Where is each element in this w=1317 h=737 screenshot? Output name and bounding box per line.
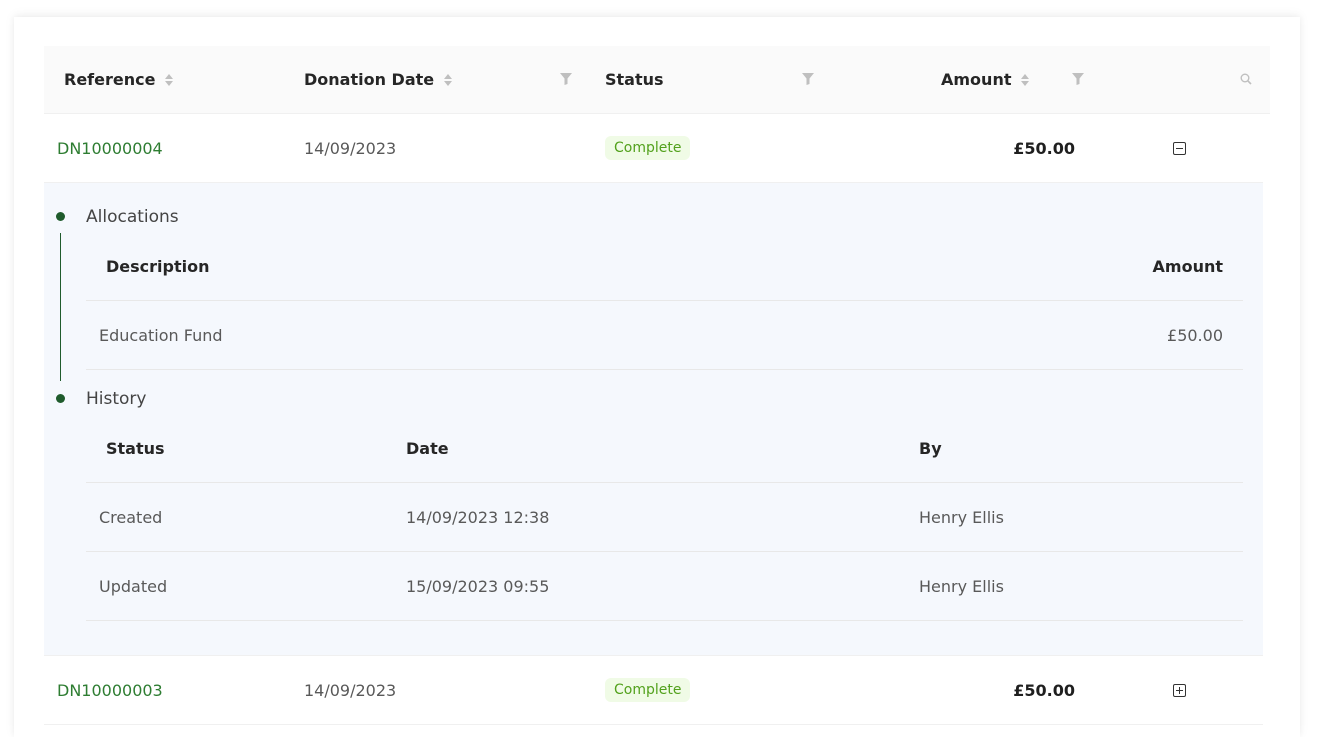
allocations-table: Description Amount Education Fund £50.00 <box>86 232 1243 370</box>
row-expand-cell <box>1173 656 1186 724</box>
expanded-row-detail: Allocations Description Amount Education… <box>44 183 1263 656</box>
filter-icon[interactable] <box>1072 73 1084 85</box>
donation-date: 14/09/2023 <box>304 680 397 700</box>
history-by: Henry Ellis <box>919 576 1004 596</box>
table-header: Reference Donation Date Status Amount <box>44 46 1270 114</box>
column-header-amount[interactable]: Amount <box>941 46 1030 113</box>
row-expand-cell <box>1173 114 1186 182</box>
history-date: 15/09/2023 09:55 <box>406 576 550 596</box>
reference-link[interactable]: DN10000004 <box>57 114 163 182</box>
history-by: Henry Ellis <box>919 507 1004 527</box>
allocations-col-description: Description <box>106 256 210 276</box>
sort-icon[interactable] <box>1021 73 1030 86</box>
expand-icon[interactable] <box>1173 683 1186 697</box>
timeline-line <box>60 233 61 381</box>
history-col-date: Date <box>406 438 449 458</box>
status-badge: Complete <box>605 136 691 160</box>
sort-icon[interactable] <box>444 73 453 86</box>
history-header: Status Date By <box>86 414 1243 483</box>
search-icon[interactable] <box>1240 73 1252 85</box>
column-header-status[interactable]: Status <box>605 46 664 113</box>
allocation-description: Education Fund <box>99 325 223 345</box>
collapse-icon[interactable] <box>1173 141 1186 155</box>
timeline-dot <box>56 394 65 403</box>
donation-date: 14/09/2023 <box>304 138 397 158</box>
column-header-donation-date[interactable]: Donation Date <box>304 46 453 113</box>
column-label-amount: Amount <box>941 70 1012 89</box>
history-status: Created <box>99 507 163 527</box>
status-cell: Complete <box>605 656 691 724</box>
status-cell: Complete <box>605 114 691 182</box>
history-label: History <box>86 389 147 409</box>
column-header-reference[interactable]: Reference <box>64 46 174 113</box>
table-row: Updated 15/09/2023 09:55 Henry Ellis <box>86 552 1243 621</box>
table-row[interactable]: DN10000003 14/09/2023 Complete £50.00 <box>44 656 1263 725</box>
amount-value: £50.00 <box>1013 680 1075 700</box>
donations-card: Reference Donation Date Status Amount DN… <box>14 17 1300 737</box>
history-table: Status Date By Created 14/09/2023 12:38 … <box>86 414 1243 621</box>
amount-value: £50.00 <box>1013 138 1075 158</box>
allocations-col-amount: Amount <box>1152 256 1223 276</box>
column-label-status: Status <box>605 70 664 89</box>
history-date: 14/09/2023 12:38 <box>406 507 550 527</box>
donations-table: Reference Donation Date Status Amount DN… <box>44 46 1270 725</box>
filter-icon[interactable] <box>560 73 572 85</box>
history-col-status: Status <box>106 438 165 458</box>
filter-icon[interactable] <box>802 73 814 85</box>
sort-icon[interactable] <box>165 73 174 86</box>
table-row: Education Fund £50.00 <box>86 301 1243 370</box>
column-label-reference: Reference <box>64 70 156 89</box>
table-row: Created 14/09/2023 12:38 Henry Ellis <box>86 483 1243 552</box>
allocations-header: Description Amount <box>86 232 1243 301</box>
timeline-dot <box>56 212 65 221</box>
column-label-donation-date: Donation Date <box>304 70 435 89</box>
reference-link[interactable]: DN10000003 <box>57 656 163 724</box>
allocation-amount: £50.00 <box>1167 325 1223 345</box>
history-col-by: By <box>919 438 942 458</box>
table-row[interactable]: DN10000004 14/09/2023 Complete £50.00 <box>44 114 1263 183</box>
status-badge: Complete <box>605 678 691 702</box>
history-status: Updated <box>99 576 168 596</box>
allocations-label: Allocations <box>86 207 179 227</box>
